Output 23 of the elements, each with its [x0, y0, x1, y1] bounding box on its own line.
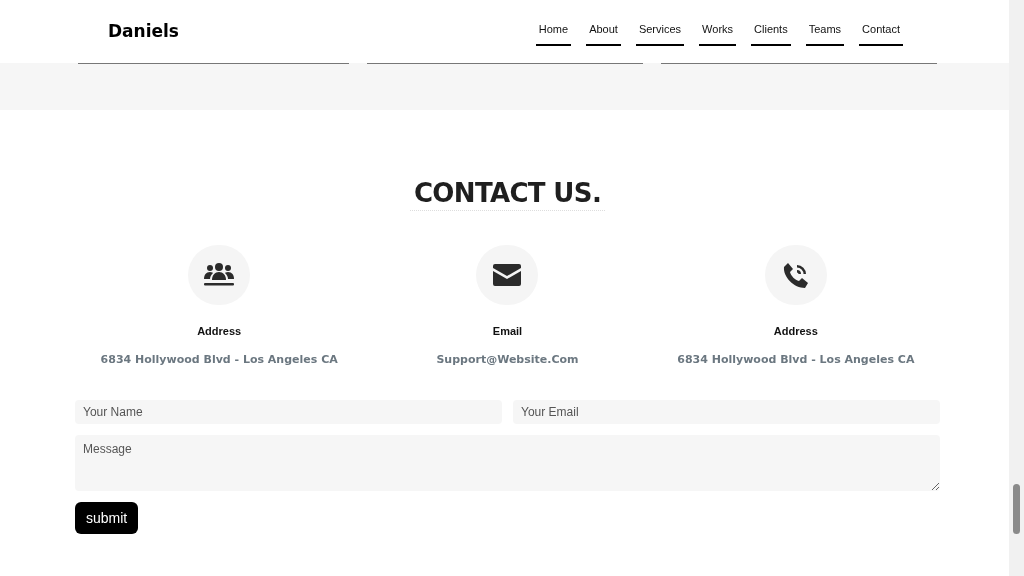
name-field[interactable]: Your Name	[75, 400, 502, 424]
people-icon	[203, 262, 236, 288]
contact-label: Email	[492, 324, 523, 339]
section-title: CONTACT US.	[409, 176, 606, 211]
contact-label: Address	[197, 324, 242, 339]
submit-button[interactable]: submit	[75, 502, 139, 534]
contact-value: Support@Website.Com	[436, 351, 579, 368]
email-field[interactable]: Your Email	[513, 400, 940, 424]
nav-link[interactable]: Clients	[751, 20, 791, 47]
message-field[interactable]: Message	[75, 435, 940, 491]
envelope-icon	[493, 264, 522, 286]
scrollbar[interactable]	[1009, 0, 1024, 576]
nav-link[interactable]: Home	[535, 20, 572, 47]
nav-link[interactable]: Services	[635, 20, 685, 47]
contact-label: Address	[773, 324, 818, 339]
nav-link[interactable]: Teams	[805, 20, 845, 47]
phone-icon	[781, 261, 810, 289]
nav-link[interactable]: Contact	[859, 20, 903, 47]
nav-link[interactable]: About	[586, 20, 621, 47]
contact-value: 6834 Hollywood Blvd - Los Angeles CA	[100, 351, 338, 368]
nav-link[interactable]: Works	[699, 20, 737, 47]
contact-value: 6834 Hollywood Blvd - Los Angeles CA	[677, 351, 915, 368]
brand-logo[interactable]: Daniels	[108, 18, 179, 45]
